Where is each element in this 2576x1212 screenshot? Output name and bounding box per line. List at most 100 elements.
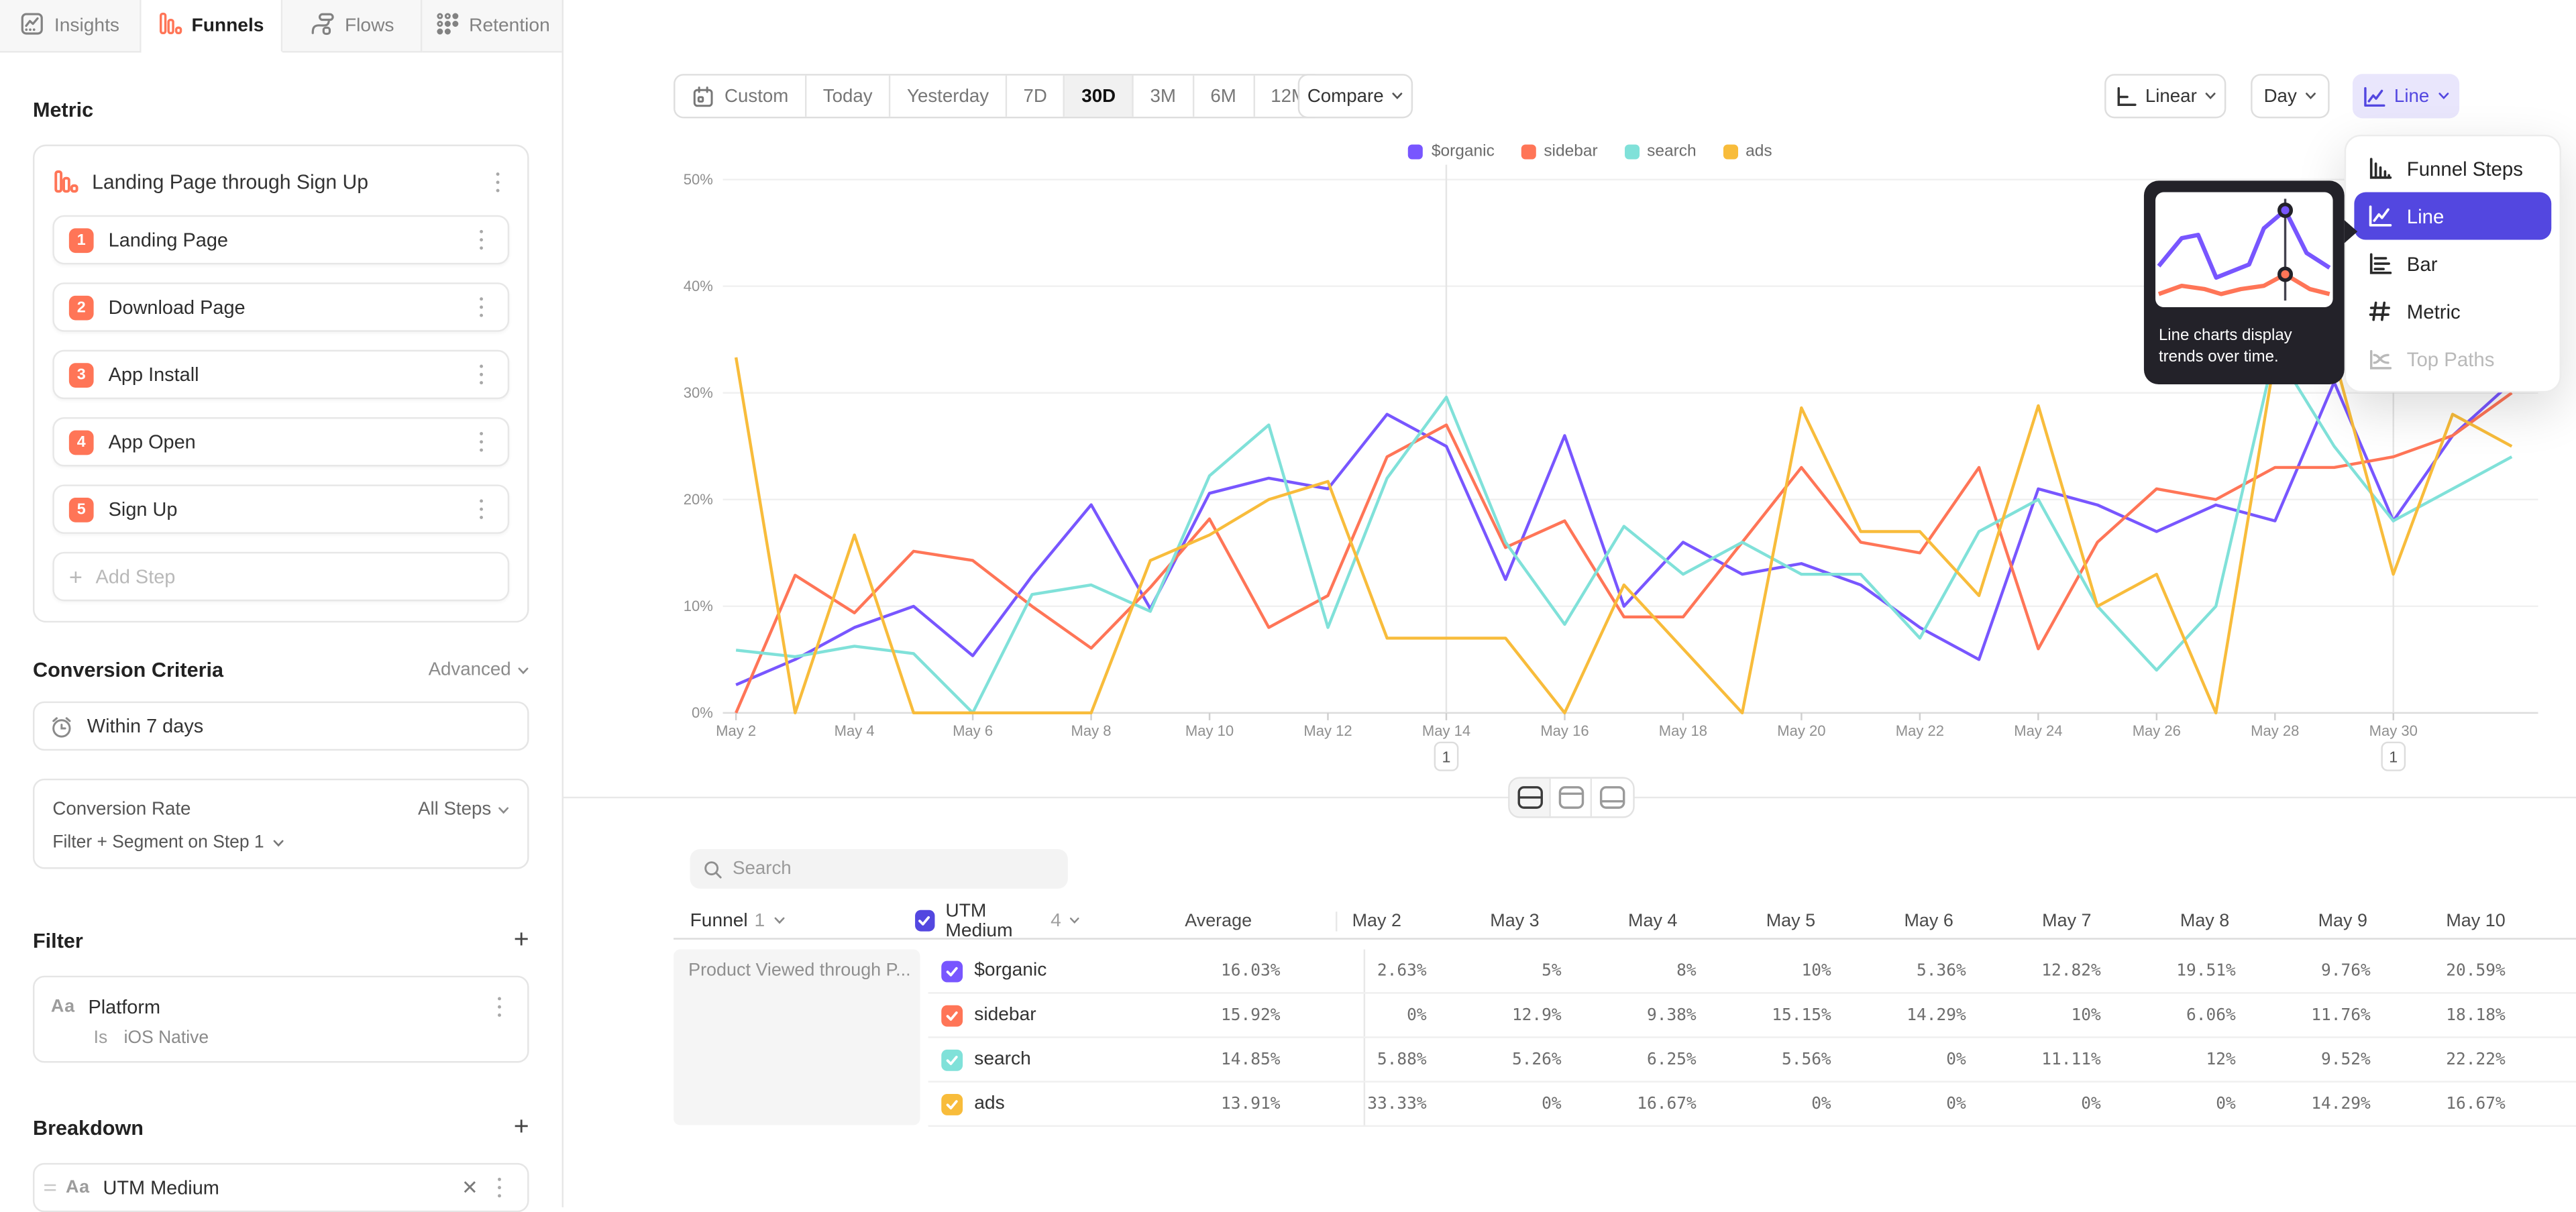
layout-chart-only-button[interactable] (1551, 779, 1592, 816)
table-row-ads: ads13.91%33.33%0%16.67%0%0%0%0%14.29%16.… (928, 1083, 2576, 1127)
day-value-cell: 12.9% (1501, 1006, 1635, 1024)
search-input[interactable] (733, 859, 1055, 879)
kebab-menu-icon[interactable] (470, 362, 492, 388)
advanced-dropdown[interactable]: Advanced (429, 660, 529, 679)
add-filter-button[interactable]: + (514, 928, 529, 954)
range-6m[interactable]: 6M (1194, 76, 1254, 117)
conversion-window-card[interactable]: Within 7 days (33, 702, 529, 751)
day-value-cell: 0% (1501, 1095, 1635, 1113)
step-label: Landing Page (109, 228, 470, 251)
svg-text:May 2: May 2 (716, 722, 756, 739)
breakdown-column-header[interactable]: UTM Medium 4 (902, 901, 1079, 940)
day-value-cell: 9.76% (2310, 962, 2445, 980)
breakdown-property-label[interactable]: UTM Medium (103, 1176, 448, 1199)
range-yesterday[interactable]: Yesterday (891, 76, 1007, 117)
menu-item-label: Metric (2407, 300, 2461, 323)
step-number-badge: 2 (69, 295, 94, 320)
platform-filter-card: Aa Platform Is iOS Native (33, 976, 529, 1063)
funnel-step-2[interactable]: 2 Download Page (52, 282, 509, 331)
range-custom[interactable]: Custom (676, 76, 807, 117)
kebab-menu-icon[interactable] (488, 1174, 511, 1201)
search-icon (703, 859, 722, 880)
tab-retention[interactable]: Retention (423, 0, 562, 52)
column-header-may-3: May 3 (1475, 911, 1613, 930)
day-value-cell: 0% (1770, 1095, 1905, 1113)
menu-item-bar[interactable]: Bar (2354, 240, 2551, 288)
filter-property-label[interactable]: Platform (88, 995, 488, 1018)
interval-dropdown-button[interactable]: Day (2251, 74, 2330, 118)
segment-label: $organic (974, 961, 1046, 981)
compare-button[interactable]: Compare (1298, 74, 1413, 118)
chevron-down-icon (773, 917, 784, 925)
filter-value[interactable]: iOS Native (124, 1028, 209, 1048)
kebab-menu-icon[interactable] (470, 227, 492, 253)
tab-funnels[interactable]: Funnels (141, 0, 282, 52)
svg-text:May 16: May 16 (1540, 722, 1589, 739)
chevron-down-icon (1392, 92, 1403, 100)
conversion-rate-dropdown[interactable]: All Steps (418, 800, 509, 820)
funnel-step-5[interactable]: 5Sign Up (52, 484, 509, 533)
range-30d[interactable]: 30D (1065, 76, 1134, 117)
kebab-menu-icon[interactable] (470, 294, 492, 320)
checkbox-checked[interactable] (941, 1005, 963, 1026)
funnel-column-header[interactable]: Funnel 1 (674, 911, 902, 930)
segment-name-cell[interactable]: sidebar (928, 1005, 1116, 1026)
chevron-down-icon (498, 806, 509, 814)
range-3m[interactable]: 3M (1134, 76, 1194, 117)
day-value-cell: 19.51% (2175, 962, 2310, 980)
checkbox-checked[interactable] (916, 910, 934, 932)
menu-item-metric[interactable]: Metric (2354, 288, 2551, 335)
segment-name-cell[interactable]: search (928, 1049, 1116, 1070)
add-breakdown-button[interactable]: + (514, 1115, 529, 1142)
drag-handle-icon[interactable] (44, 1184, 56, 1192)
layout-table-only-button[interactable] (1592, 779, 1633, 816)
kebab-menu-icon[interactable] (486, 169, 509, 195)
filter-segment-dropdown[interactable]: Filter + Segment on Step 1 (52, 828, 509, 857)
column-header-may-7: May 7 (2027, 911, 2165, 930)
segment-name-cell[interactable]: $organic (928, 960, 1116, 981)
menu-item-funnel-steps[interactable]: Funnel Steps (2354, 145, 2551, 192)
range-today[interactable]: Today (806, 76, 890, 117)
metric-card-header[interactable]: Landing Page through Sign Up (52, 161, 509, 204)
chart-type-dropdown-button[interactable]: Line (2353, 74, 2459, 118)
breakdown-heading: Breakdown (33, 1117, 144, 1140)
funnel-step-4[interactable]: 4App Open (52, 417, 509, 466)
kebab-menu-icon[interactable] (470, 429, 492, 455)
remove-icon[interactable]: ✕ (462, 1176, 478, 1199)
insights-icon (20, 11, 45, 40)
segment-name-cell[interactable]: ads (928, 1093, 1116, 1115)
checkbox-checked[interactable] (941, 1093, 963, 1115)
day-value-cell: 2.63% (1366, 962, 1501, 980)
checkbox-checked[interactable] (941, 1049, 963, 1070)
linear-axis-icon (2114, 85, 2137, 107)
property-type-badge: Aa (66, 1178, 90, 1197)
value-column-headers: AverageMay 2May 3May 4May 5May 6May 7May… (1079, 911, 2576, 930)
step-number-badge: 1 (69, 227, 94, 252)
day-value-cell: 0% (1905, 1095, 2040, 1113)
tab-flows[interactable]: Flows (282, 0, 423, 52)
day-value-cell: 12% (2175, 1050, 2310, 1068)
kebab-menu-icon[interactable] (488, 994, 511, 1020)
funnel-step-1[interactable]: 1 Landing Page (52, 215, 509, 264)
checkbox-checked[interactable] (941, 960, 963, 981)
day-value-cell: 0% (2040, 1095, 2175, 1113)
day-value-cell: 22.22% (2445, 1050, 2576, 1068)
funnel-step-3[interactable]: 3App Install (52, 350, 509, 399)
layout-toggle-group (1508, 777, 1635, 818)
scale-dropdown-button[interactable]: Linear (2104, 74, 2226, 118)
step-number-badge: 5 (69, 497, 94, 522)
range-7d[interactable]: 7D (1007, 76, 1065, 117)
layout-split-button[interactable] (1510, 779, 1551, 816)
chevron-down-icon (1069, 917, 1079, 925)
menu-item-label: Line (2407, 205, 2445, 227)
step-label: Download Page (109, 296, 470, 319)
tab-insights[interactable]: Insights (0, 0, 141, 52)
svg-text:50%: 50% (684, 171, 713, 188)
kebab-menu-icon[interactable] (470, 496, 492, 522)
menu-item-line[interactable]: Line (2354, 192, 2551, 240)
conversion-window-label: Within 7 days (87, 714, 203, 737)
add-step-button[interactable]: + Add Step (52, 552, 509, 601)
filter-operator[interactable]: Is (94, 1028, 108, 1048)
svg-text:0%: 0% (692, 704, 713, 721)
day-value-cell: 11.76% (2310, 1006, 2445, 1024)
